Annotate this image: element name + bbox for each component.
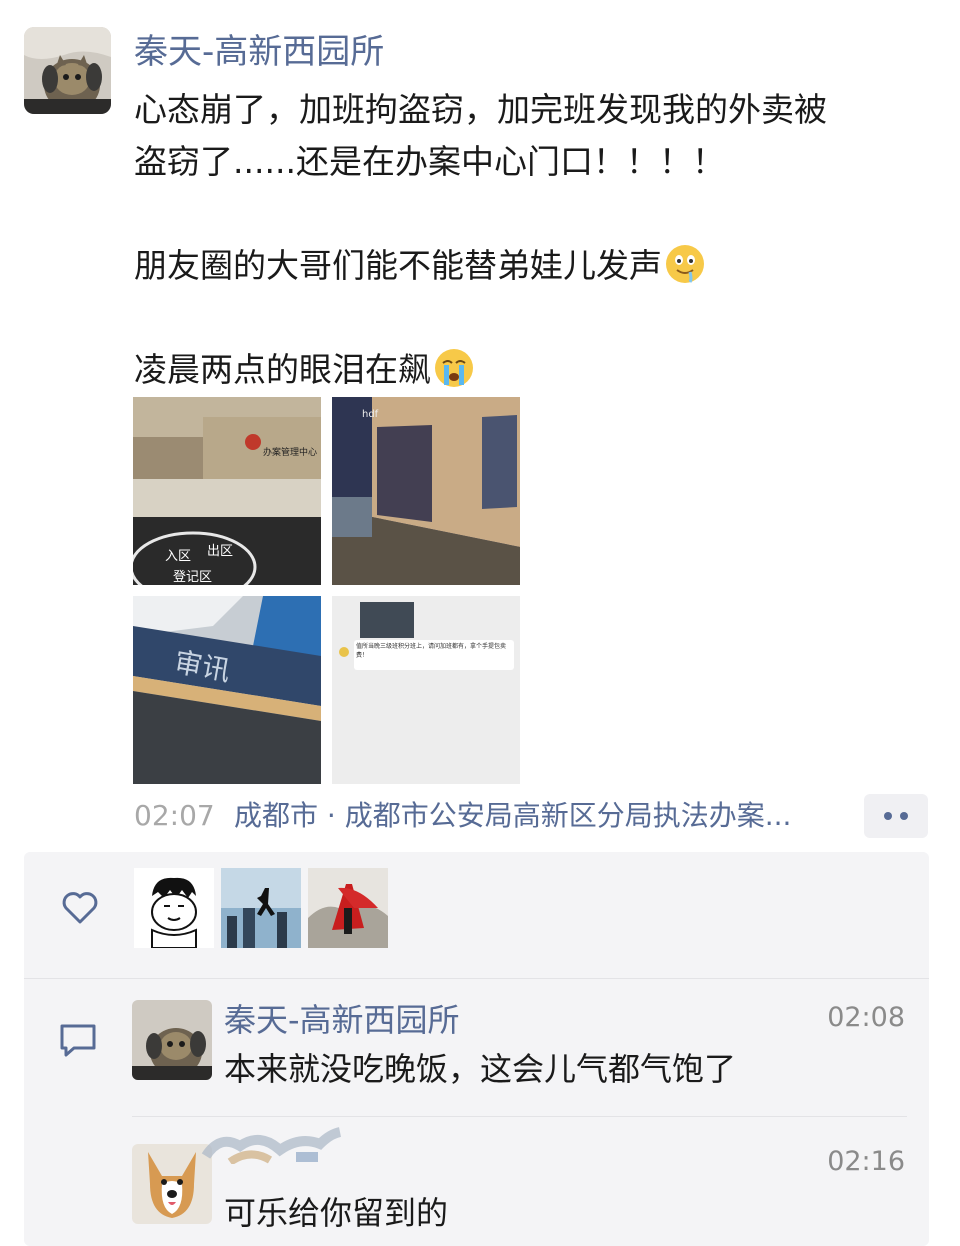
post-meta-row: 02:07 成都市 · 成都市公安局高新区分局执法办案... [134,794,928,838]
photo-sign-text: 办案管理中心 [263,446,317,458]
post-photo-1[interactable]: 办案管理中心 入区 出区 登记区 [133,397,321,585]
heart-outline-icon [62,892,98,924]
dot-icon [900,812,908,820]
comment-time: 02:08 [827,1002,905,1033]
comment-text[interactable]: 本来就没吃晚饭，这会儿气都气饱了 [224,1046,736,1092]
comment-time: 02:16 [827,1146,905,1177]
blurred-name-icon [201,1127,342,1164]
author-avatar[interactable] [24,27,111,114]
post-time: 02:07 [134,799,215,832]
comment-avatar[interactable] [132,1000,212,1080]
post-author-name[interactable]: 秦天-高新西园所 [134,28,384,76]
floor-label: 入区 [165,549,191,564]
more-actions-button[interactable] [864,794,928,838]
drooling-face-emoji-icon [666,245,704,283]
comment-author-name[interactable]: 秦天-高新西园所 [224,998,460,1042]
liker-avatar[interactable] [308,868,388,948]
post-text-line: 盗窃了......还是在办案中心门口！！！！ [134,142,725,181]
post-text-line: 朋友圈的大哥们能不能替弟娃儿发声 [134,240,934,292]
post-photo-2[interactable]: hdf [332,397,520,585]
liker-avatar[interactable] [221,868,301,948]
photo-sign-text: hdf [362,409,379,420]
post-text-line-content: 凌晨两点的眼泪在飙 [134,350,431,389]
dot-icon [884,812,892,820]
post-text-line-content: 朋友圈的大哥们能不能替弟娃儿发声 [134,246,662,285]
comment-text[interactable]: 可乐给你留到的 [224,1190,448,1236]
chat-screenshot-text: 值所当晚三级班积分班上，请问加班都有，拿个手提包卖费！ [356,643,507,659]
post-location-link[interactable]: 成都市 · 成都市公安局高新区分局执法办案... [234,794,844,838]
divider [24,978,929,979]
comment-author-name[interactable] [201,1127,384,1182]
comment-bubble-icon [60,1024,96,1057]
floor-label: 登记区 [173,570,212,585]
post-text-line: 心态崩了，加班拘盗窃，加完班发现我的外卖被 [134,90,827,129]
post-photo-4[interactable]: 值所当晚三级班积分班上，请问加班都有，拿个手提包卖费！ [332,596,520,784]
liker-avatar[interactable] [134,868,214,948]
post-text-line: 凌晨两点的眼泪在飙 [134,344,934,396]
interaction-panel: 秦天-高新西园所 02:08 本来就没吃晚饭，这会儿气都气饱了 02:16 可乐… [24,852,929,1246]
crying-face-emoji-icon [435,349,473,387]
post-photo-3[interactable]: 审讯 [133,596,321,784]
post-text: 心态崩了，加班拘盗窃，加完班发现我的外卖被 盗窃了......还是在办案中心门口… [134,84,934,396]
floor-label: 出区 [207,544,233,559]
divider [132,1116,907,1117]
